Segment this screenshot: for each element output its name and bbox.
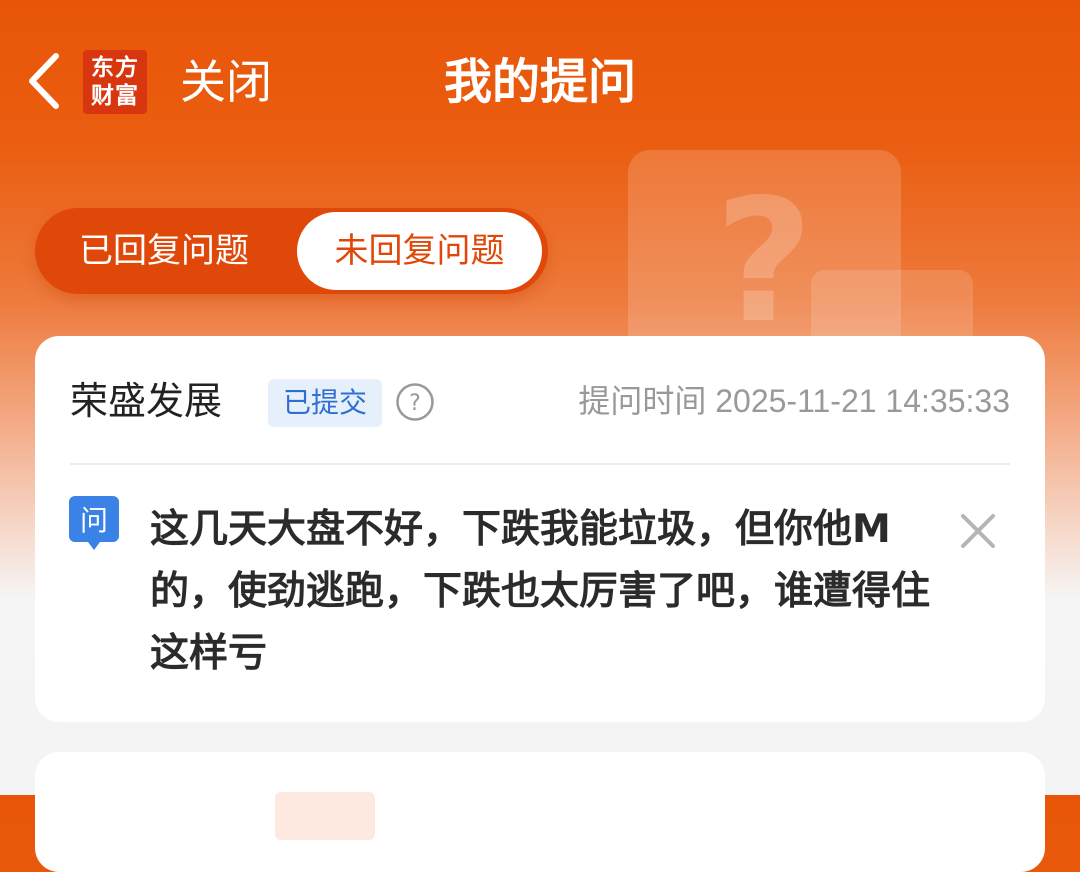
divider xyxy=(70,463,1010,465)
ask-icon: 问 xyxy=(69,496,119,554)
status-badge: 已提交 xyxy=(268,379,382,427)
question-card: 荣盛发展 已提交 ? 提问时间 2025-11-21 14:35:33 问 这几… xyxy=(35,336,1045,722)
status-badge-next xyxy=(275,792,375,840)
stock-name: 荣盛发展 xyxy=(70,379,223,423)
page-title: 我的提问 xyxy=(443,54,636,110)
delete-button[interactable] xyxy=(955,508,1001,554)
help-icon[interactable]: ? xyxy=(395,382,435,422)
close-icon xyxy=(961,514,995,548)
svg-text:?: ? xyxy=(409,391,421,416)
svg-text:?: ? xyxy=(715,163,814,361)
question-card-next xyxy=(35,752,1045,872)
question-text: 这几天大盘不好，下跌我能垃圾，但你他M的，使劲逃跑，下跌也太厉害了吧，谁遭得住这… xyxy=(150,507,931,676)
help-circle-icon: ? xyxy=(396,383,434,421)
tab-answered[interactable]: 已回复问题 xyxy=(39,212,289,290)
ask-badge-text: 问 xyxy=(80,504,108,537)
question-tabs: 已回复问题 未回复问题 xyxy=(35,208,548,294)
tab-unanswered[interactable]: 未回复问题 xyxy=(297,212,542,290)
ask-time: 提问时间 2025-11-21 14:35:33 xyxy=(578,383,1010,419)
